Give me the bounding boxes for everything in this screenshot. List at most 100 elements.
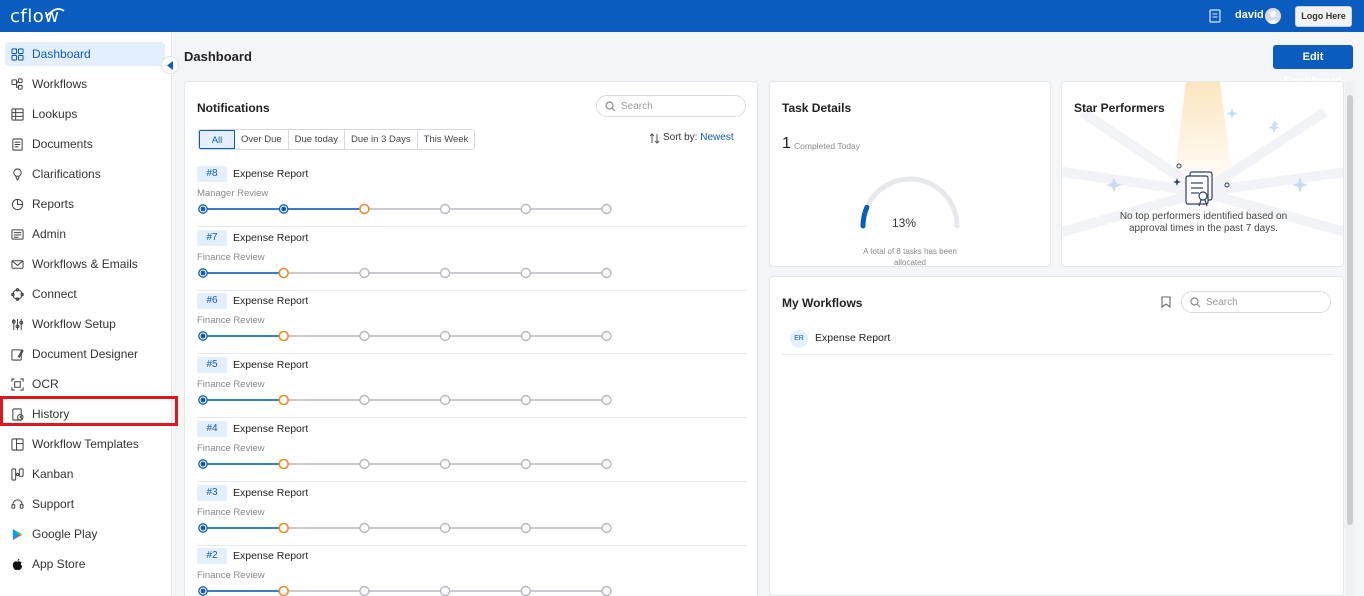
sidebar-item-app-store[interactable]: App Store — [5, 552, 165, 576]
notification-stage: Finance Review — [197, 506, 265, 518]
sidebar-item-label: Google Play — [32, 527, 98, 541]
bookmark-icon[interactable] — [1161, 296, 1171, 308]
notification-id[interactable]: #2 — [197, 548, 227, 565]
workflows-search-input[interactable]: Search — [1181, 291, 1331, 313]
notification-id[interactable]: #6 — [197, 293, 227, 310]
support-icon — [11, 499, 24, 509]
notifications-title: Notifications — [197, 101, 270, 115]
sidebar-item-workflow-templates[interactable]: Workflow Templates — [5, 432, 165, 456]
sidebar-item-clarifications[interactable]: Clarifications — [5, 162, 165, 186]
notification-item[interactable]: #6 Expense Report Finance Review — [197, 290, 747, 355]
completed-count: 1 — [782, 135, 791, 152]
search-placeholder: Search — [621, 101, 653, 112]
sidebar-item-label: Workflows — [32, 77, 88, 91]
notification-title[interactable]: Expense Report — [233, 168, 308, 180]
notification-id[interactable]: #8 — [197, 166, 227, 182]
document-icon[interactable] — [1209, 9, 1221, 23]
workflow-item[interactable]: ER Expense Report — [782, 325, 1332, 355]
step-pending — [439, 267, 451, 278]
sidebar-item-workflows-emails[interactable]: Workflows & Emails — [5, 252, 165, 276]
page-scrollbar[interactable] — [1345, 81, 1355, 596]
notification-title[interactable]: Expense Report — [233, 359, 308, 371]
sidebar-item-support[interactable]: Support — [5, 492, 165, 516]
star-performers-title: Star Performers — [1074, 101, 1165, 115]
my-workflows-title: My Workflows — [782, 296, 863, 310]
task-note: A total of 8 tasks has been allocated — [863, 247, 957, 267]
sidebar-item-label: Workflows & Emails — [32, 257, 138, 271]
filter-tab-over-due[interactable]: Over Due — [235, 130, 289, 149]
notification-item[interactable]: #8 Expense Report Manager Review — [197, 163, 747, 227]
notification-title[interactable]: Expense Report — [233, 232, 308, 244]
sidebar-item-workflows[interactable]: Workflows — [5, 72, 165, 96]
setup-icon — [11, 318, 24, 331]
workflows-icon — [11, 78, 23, 90]
sidebar-item-documents[interactable]: Documents — [5, 132, 165, 156]
notification-title[interactable]: Expense Report — [233, 423, 308, 435]
sidebar-item-admin[interactable]: Admin — [5, 222, 165, 246]
workflow-progress — [198, 331, 612, 342]
notification-id[interactable]: #4 — [197, 420, 227, 437]
step-pending — [359, 267, 370, 278]
step-pending — [439, 585, 451, 596]
sidebar-item-label: Kanban — [32, 467, 74, 481]
notification-id[interactable]: #3 — [197, 484, 227, 501]
filter-tab-due-in-3-days[interactable]: Due in 3 Days — [344, 130, 418, 149]
scrollbar-thumb[interactable] — [1347, 95, 1353, 525]
workflow-progress — [198, 394, 612, 406]
notification-id[interactable]: #5 — [197, 357, 227, 374]
filter-tab-due-today[interactable]: Due today — [288, 130, 345, 149]
sort-label: Sort by: — [663, 132, 698, 143]
step-pending — [601, 331, 612, 342]
step-pending — [520, 522, 531, 533]
logo-here-button[interactable]: Logo Here — [1295, 6, 1352, 27]
sort-control[interactable]: Sort by: Newest — [649, 132, 734, 144]
sidebar-item-label: Connect — [32, 287, 77, 301]
edit-dashboard-button[interactable]: Edit Dashboard — [1273, 45, 1353, 87]
notification-item[interactable]: #4 Expense Report Finance Review — [197, 418, 747, 482]
notification-item[interactable]: #7 Expense Report Finance Review — [197, 227, 747, 291]
step-pending — [601, 458, 612, 469]
workflow-progress — [198, 458, 612, 470]
task-percent: 13% — [892, 216, 917, 230]
sidebar-item-document-designer[interactable]: Document Designer — [5, 342, 165, 366]
sidebar-item-lookups[interactable]: Lookups — [5, 102, 165, 126]
step-pending — [359, 394, 370, 406]
notification-title[interactable]: Expense Report — [233, 487, 308, 499]
sidebar-item-label: Workflow Templates — [32, 437, 139, 451]
task-details-card: Task Details 1 Completed Today 13% A tot… — [769, 81, 1051, 267]
notification-id[interactable]: #7 — [197, 229, 227, 246]
notification-item[interactable]: #2 Expense Report Finance Review — [197, 545, 747, 596]
notification-item[interactable]: #5 Expense Report Finance Review — [197, 354, 747, 419]
filter-tab-all[interactable]: All — [199, 130, 235, 149]
apple-icon — [12, 558, 23, 571]
sidebar-item-kanban[interactable]: Kanban — [5, 462, 165, 486]
sidebar-item-google-play[interactable]: Google Play — [5, 522, 165, 546]
search-placeholder: Search — [1206, 297, 1238, 308]
step-pending — [359, 331, 370, 342]
sidebar-collapse-button[interactable] — [161, 56, 179, 74]
filter-tab-this-week[interactable]: This Week — [417, 130, 475, 149]
sidebar-item-label: Dashboard — [32, 47, 91, 61]
top-bar: cflow david Logo Here — [0, 0, 1364, 32]
notifications-search-input[interactable]: Search — [596, 95, 746, 117]
sidebar-item-connect[interactable]: Connect — [5, 282, 165, 306]
notification-title[interactable]: Expense Report — [233, 550, 308, 562]
step-pending — [520, 331, 531, 342]
user-avatar-icon[interactable] — [1265, 8, 1281, 24]
kanban-icon — [11, 468, 24, 481]
username[interactable]: david — [1235, 9, 1264, 21]
notification-stage: Finance Review — [197, 251, 265, 263]
sidebar-item-ocr[interactable]: OCR — [5, 372, 165, 396]
notification-item[interactable]: #3 Expense Report Finance Review — [197, 482, 747, 546]
step-pending — [359, 522, 370, 533]
sidebar-item-dashboard[interactable]: Dashboard — [5, 42, 165, 66]
notification-title[interactable]: Expense Report — [233, 295, 308, 307]
sidebar-item-reports[interactable]: Reports — [5, 192, 165, 216]
sidebar-item-label: Support — [32, 497, 75, 511]
google-play-icon — [12, 528, 24, 541]
sort-value[interactable]: Newest — [700, 132, 733, 143]
history-highlight-box — [0, 396, 178, 426]
star-performers-message: No top performers identified based on ap… — [1119, 211, 1288, 234]
sidebar-item-workflow-setup[interactable]: Workflow Setup — [5, 312, 165, 336]
workflow-progress — [198, 522, 612, 533]
